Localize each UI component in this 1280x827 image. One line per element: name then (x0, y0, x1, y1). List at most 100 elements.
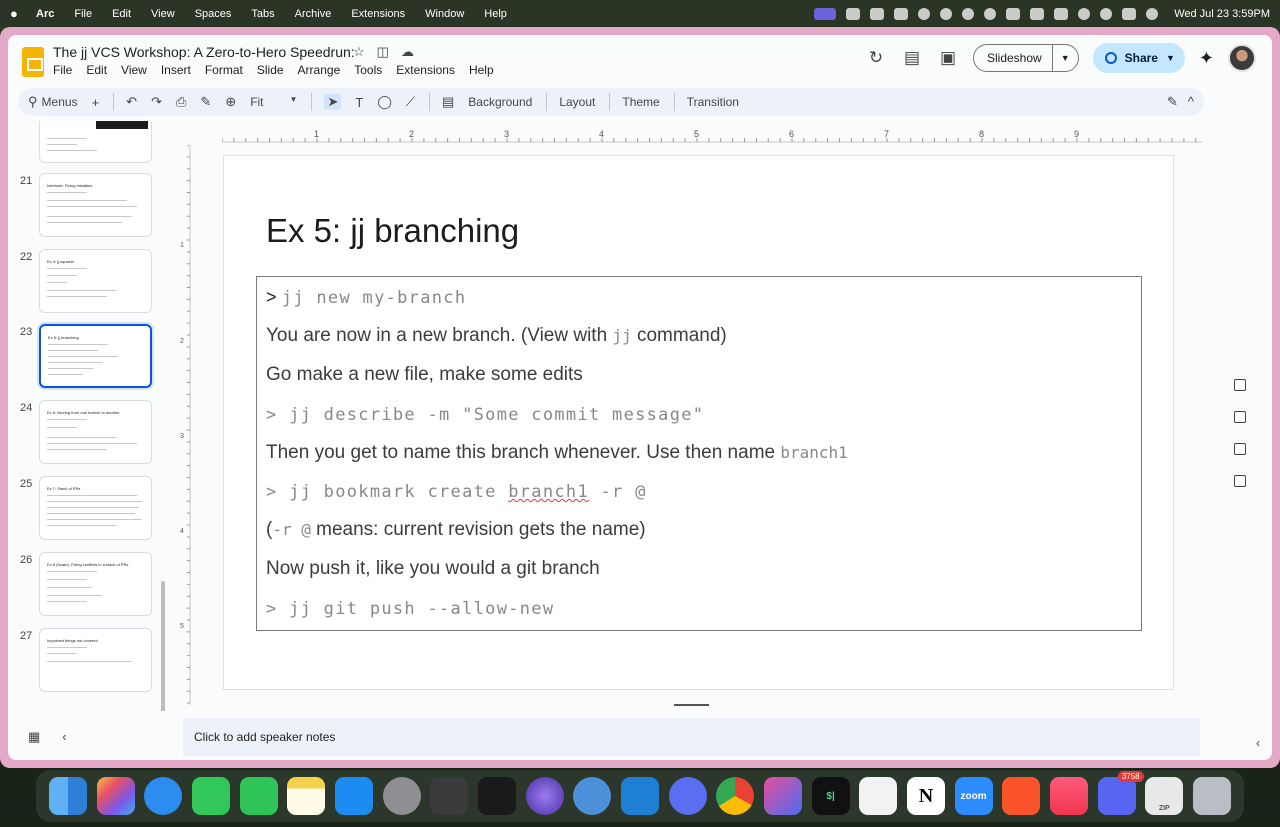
slideshow-button[interactable]: Slideshow ▼ (973, 44, 1079, 72)
chevron-down-icon[interactable]: ▼ (1166, 53, 1175, 63)
share-button[interactable]: Share ▼ (1092, 43, 1185, 73)
vertical-ruler[interactable]: 1 2 3 4 5 (180, 145, 191, 705)
print-icon[interactable]: ⎙ (176, 94, 186, 110)
app-menu-format[interactable]: Format (205, 63, 243, 77)
filmstrip-scrollbar[interactable] (161, 581, 165, 711)
slack-icon[interactable] (894, 7, 909, 20)
proxyman-icon[interactable] (573, 777, 612, 815)
menu-window[interactable]: Window (425, 8, 464, 20)
grid-view-icon[interactable]: ▦ (28, 729, 40, 745)
slide-title[interactable]: Ex 5: jj branching (266, 212, 519, 250)
filmstrip-item[interactable] (8, 121, 170, 165)
menubar-clock[interactable]: Wed Jul 23 3:59PM (1174, 8, 1270, 20)
system-settings-icon[interactable] (382, 777, 421, 815)
avatar[interactable] (1228, 44, 1256, 72)
zoom-select[interactable]: Fit ▼ (250, 95, 297, 109)
star-icon[interactable]: ☆ (353, 44, 365, 60)
transition-button[interactable]: Transition (687, 95, 739, 109)
comments-icon[interactable]: ▤ (901, 48, 923, 68)
menu-archive[interactable]: Archive (295, 8, 332, 20)
filmstrip-item[interactable]: 22 Ex 4: jj squash! (8, 249, 170, 315)
circle-status-icon[interactable] (940, 7, 953, 20)
battery-icon[interactable] (1054, 7, 1069, 20)
spotlight-icon[interactable] (1100, 7, 1113, 20)
filmstrip-item-active[interactable]: 23 Ex 5: jj branching (8, 324, 170, 390)
discord-icon[interactable]: 3758 (1097, 771, 1144, 815)
slide-thumbnail[interactable]: Ex 8 (Scale): Fixing conflicts in a stac… (39, 552, 152, 616)
layout-button[interactable]: Layout (559, 95, 595, 109)
siri-icon[interactable] (1146, 7, 1159, 20)
zoom-icon[interactable]: ⊕ (225, 94, 236, 110)
safari-icon[interactable] (144, 777, 183, 815)
messages-icon[interactable] (191, 777, 230, 815)
calendar-icon[interactable] (1234, 443, 1246, 455)
keyboard-icon[interactable] (1030, 7, 1045, 20)
menu-tabs[interactable]: Tabs (251, 8, 274, 20)
app-menu-insert[interactable]: Insert (161, 63, 191, 77)
slide-thumbnail[interactable]: Interlude: Fixing mistakes (39, 173, 152, 237)
version-history-icon[interactable]: ↻ (865, 48, 887, 68)
music-icon[interactable] (1049, 777, 1088, 815)
slide-thumbnail[interactable]: Important things not covered (39, 628, 152, 692)
slide-thumbnail-selected[interactable]: Ex 5: jj branching (39, 324, 152, 388)
menu-extensions[interactable]: Extensions (351, 8, 405, 20)
app-menu-extensions[interactable]: Extensions (396, 63, 455, 77)
slide-filmstrip[interactable]: 21 Interlude: Fixing mistakes 22 Ex 4: j… (8, 121, 170, 711)
app-menu-help[interactable]: Help (469, 63, 494, 77)
slide-canvas[interactable]: Ex 5: jj branching > jj new my-branch Yo… (223, 155, 1174, 690)
screen-record-icon[interactable] (814, 7, 837, 20)
chrome-icon[interactable] (716, 777, 755, 815)
paint-format-icon[interactable]: ✎ (200, 94, 211, 110)
filmstrip-item[interactable]: 24 Ex 6: Moving from one branch to anoth… (8, 400, 170, 466)
theme-button[interactable]: Theme (622, 95, 659, 109)
horizontal-ruler[interactable]: 1 2 3 4 5 6 7 8 9 (222, 129, 1202, 143)
gemini-sparkle-icon[interactable]: ✦ (1199, 48, 1214, 69)
status-app-icon[interactable] (846, 7, 861, 20)
app-menu-arrange[interactable]: Arrange (298, 63, 341, 77)
apple-icon[interactable]: ● (10, 6, 26, 21)
chevron-down-icon[interactable]: ▼ (1053, 53, 1078, 63)
layers-icon[interactable] (430, 777, 469, 815)
notion-icon[interactable]: N (906, 777, 945, 815)
slide-thumbnail[interactable]: Ex 6: Moving from one branch to another (39, 400, 152, 464)
slide-thumbnail[interactable]: Ex 7: Stack of PRs (39, 476, 152, 540)
menu-edit[interactable]: Edit (112, 8, 131, 20)
zoom-icon[interactable]: zoom (954, 777, 993, 815)
shape-icon[interactable]: ◯ (377, 94, 392, 110)
speaker-notes[interactable]: Click to add speaker notes (183, 718, 1200, 756)
app-menu-edit[interactable]: Edit (86, 63, 107, 77)
control-center-icon[interactable] (1122, 7, 1137, 20)
filmstrip-item[interactable]: 25 Ex 7: Stack of PRs (8, 476, 170, 542)
focus-icon[interactable] (962, 7, 975, 20)
brave-icon[interactable] (1002, 777, 1041, 815)
window-icon[interactable] (1006, 7, 1021, 20)
redo-icon[interactable]: ↷ (151, 94, 162, 110)
filmstrip-item[interactable]: 26 Ex 8 (Scale): Fixing conflicts in a s… (8, 552, 170, 618)
affinity-icon[interactable] (763, 777, 802, 815)
menu-help[interactable]: Help (484, 8, 507, 20)
terminal-icon[interactable]: $| (811, 777, 850, 815)
vscode-icon[interactable] (620, 777, 659, 815)
new-slide-icon[interactable]: + (92, 95, 100, 110)
orb-icon[interactable] (525, 777, 564, 815)
tasks-icon[interactable] (1234, 411, 1246, 423)
menu-view[interactable]: View (151, 8, 175, 20)
moon-icon[interactable] (984, 7, 997, 20)
trash-icon[interactable] (1192, 777, 1231, 815)
app-menu-tools[interactable]: Tools (354, 63, 382, 77)
chevron-up-icon[interactable]: ^ (1188, 94, 1194, 110)
background-button[interactable]: Background (468, 95, 532, 109)
cloud-saved-icon[interactable]: ☁ (401, 44, 414, 60)
slides-logo-icon[interactable] (22, 47, 44, 77)
document-title[interactable]: The jj VCS Workshop: A Zero-to-Hero Spee… (53, 44, 355, 60)
filmstrip-item[interactable]: 21 Interlude: Fixing mistakes (8, 173, 170, 239)
keep-icon[interactable] (1234, 379, 1246, 391)
menu-file[interactable]: File (74, 8, 92, 20)
undo-icon[interactable]: ↶ (126, 94, 137, 110)
chevron-left-icon[interactable]: ‹ (1256, 736, 1260, 750)
text-box-icon[interactable]: T (355, 95, 363, 110)
menu-spaces[interactable]: Spaces (195, 8, 232, 20)
facetime-icon[interactable] (239, 777, 278, 815)
move-folder-icon[interactable]: ◫ (377, 44, 389, 60)
finder-icon[interactable] (48, 777, 87, 815)
